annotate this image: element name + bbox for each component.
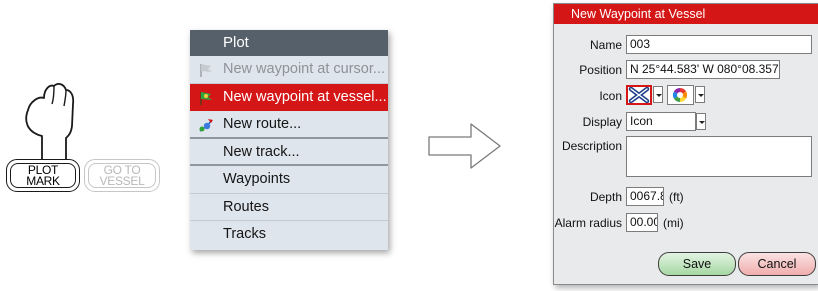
flag-icon	[200, 64, 212, 77]
save-button[interactable]: Save	[658, 252, 736, 276]
waypoint-symbol-icon	[628, 87, 650, 103]
arrow-right-icon	[428, 123, 501, 169]
color-wheel-icon	[672, 87, 688, 103]
go-to-vessel-button[interactable]: GO TO VESSEL	[84, 159, 160, 192]
icon-label: Icon	[599, 89, 622, 103]
menu-item-new-waypoint-at-vessel[interactable]: New waypoint at vessel...	[190, 83, 388, 111]
depth-field[interactable]: 0067.89	[626, 187, 664, 206]
menu-item-label: New track...	[223, 143, 300, 160]
symbol-dropdown-arrow[interactable]	[653, 86, 663, 103]
menu-item-label: Tracks	[223, 226, 266, 242]
depth-unit: (ft)	[669, 190, 684, 204]
description-field[interactable]	[626, 136, 812, 177]
new-waypoint-dialog: New Waypoint at Vessel Name 003 Position…	[553, 3, 818, 285]
alarm-radius-label: Alarm radius	[554, 216, 622, 230]
waypoint-symbol-picker[interactable]	[626, 85, 652, 105]
color-dropdown-arrow[interactable]	[695, 86, 705, 103]
plot-menu: Plot New waypoint at cursor... New waypo…	[190, 30, 388, 250]
alarm-radius-unit: (mi)	[663, 216, 684, 230]
display-select[interactable]: Icon	[626, 112, 696, 131]
menu-item-tracks[interactable]: Tracks	[190, 221, 388, 249]
menu-item-waypoints[interactable]: Waypoints	[190, 166, 388, 194]
name-field[interactable]: 003	[626, 35, 812, 54]
menu-title: Plot	[190, 30, 388, 56]
menu-item-label: New route...	[223, 116, 302, 132]
plot-mark-button[interactable]: PLOT MARK	[6, 159, 80, 192]
dialog-title: New Waypoint at Vessel	[554, 4, 818, 24]
cancel-button-label: Cancel	[757, 257, 797, 271]
route-icon	[199, 119, 213, 132]
menu-item-routes[interactable]: Routes	[190, 194, 388, 221]
go-to-vessel-label: GO TO VESSEL	[99, 162, 145, 188]
menu-item-label: Routes	[223, 198, 269, 215]
menu-item-label: New waypoint at cursor...	[223, 61, 385, 77]
depth-label: Depth	[589, 190, 622, 204]
position-field[interactable]: N 25°44.583' W 080°08.357'	[626, 60, 780, 79]
menu-item-new-waypoint-at-cursor[interactable]: New waypoint at cursor...	[190, 56, 388, 84]
menu-item-new-route[interactable]: New route...	[190, 111, 388, 139]
display-label: Display	[582, 115, 622, 129]
menu-item-label: New waypoint at vessel...	[223, 88, 387, 105]
position-label: Position	[579, 63, 622, 77]
plot-mark-label: PLOT MARK	[26, 162, 60, 188]
description-label: Description	[561, 139, 622, 153]
name-label: Name	[589, 38, 622, 52]
menu-item-new-track[interactable]: New track...	[190, 139, 388, 166]
cancel-button[interactable]: Cancel	[738, 252, 816, 276]
alarm-radius-field[interactable]: 00.00	[626, 213, 658, 232]
save-button-label: Save	[682, 257, 712, 271]
display-dropdown-arrow[interactable]	[696, 113, 706, 130]
menu-item-label: Waypoints	[223, 171, 291, 187]
waypoint-color-picker[interactable]	[667, 85, 694, 105]
flag-icon	[200, 91, 212, 105]
